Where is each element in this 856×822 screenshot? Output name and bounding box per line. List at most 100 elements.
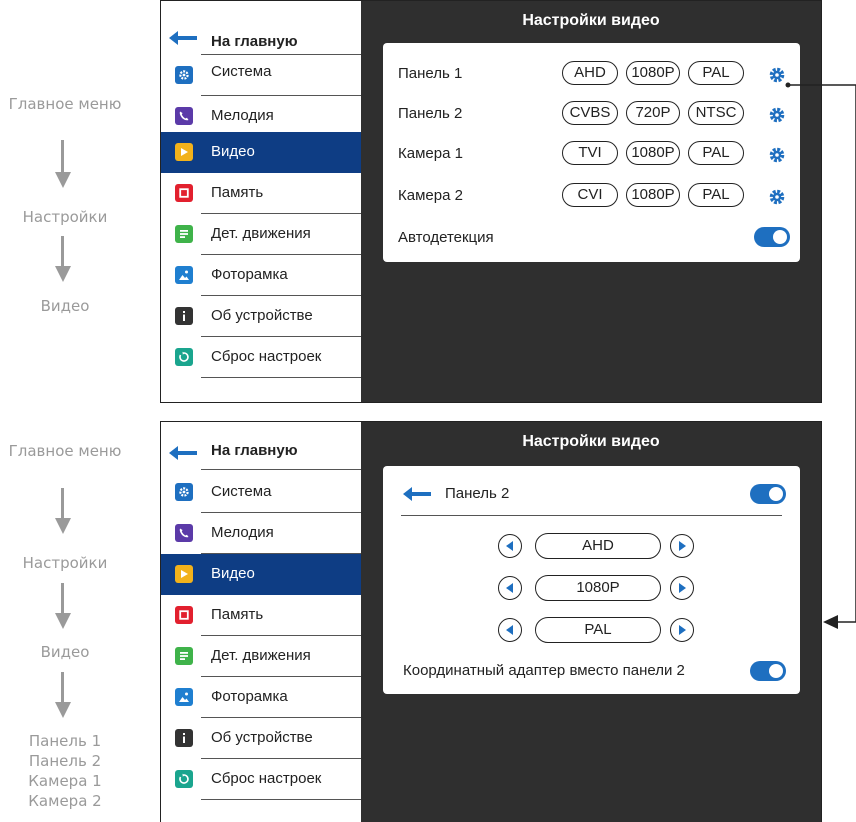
- menu-item-about[interactable]: Об устройстве: [161, 718, 361, 759]
- gear-icon: [175, 483, 193, 501]
- menu-item-label: Сброс настроек: [211, 348, 322, 365]
- prev-standard-button[interactable]: [498, 618, 522, 642]
- prev-resolution-button[interactable]: [498, 576, 522, 600]
- panel-header-label: Панель 2: [445, 485, 510, 502]
- next-standard-button[interactable]: [670, 618, 694, 642]
- coordinate-adapter-toggle[interactable]: [750, 661, 786, 681]
- phone-icon: [175, 524, 193, 542]
- side-list-item: Камера 1: [28, 772, 102, 790]
- phone-icon: [175, 107, 193, 125]
- menu-item-reset[interactable]: Сброс настроек: [161, 759, 361, 800]
- prev-format-button[interactable]: [498, 534, 522, 558]
- video-input-name: Панель 2: [398, 105, 463, 122]
- next-format-button[interactable]: [670, 534, 694, 558]
- side-caption-video-top: Видео: [40, 297, 90, 315]
- format-value: AHD: [535, 533, 661, 559]
- side-caption-settings-bottom: Настройки: [22, 554, 108, 572]
- video-input-row: Панель 1 AHD 1080P PAL: [398, 58, 790, 88]
- menu-item-label: Об устройстве: [211, 307, 313, 324]
- side-caption-settings-top: Настройки: [22, 208, 108, 226]
- menu-item-memory[interactable]: Память: [161, 173, 361, 214]
- screen-video-settings-detail: На главную Система Мелодия Видео Память …: [160, 421, 822, 822]
- resolution-pill[interactable]: 720P: [626, 101, 680, 125]
- resolution-pill[interactable]: 1080P: [626, 61, 680, 85]
- video-settings-panel: Настройки видео Панель 1 AHD 1080P PAL П…: [361, 1, 821, 402]
- standard-pill[interactable]: NTSC: [688, 101, 744, 125]
- menu-item-label: Память: [211, 184, 264, 201]
- side-list-item: Панель 1: [28, 732, 102, 750]
- menu-item-memory[interactable]: Память: [161, 595, 361, 636]
- page-title: Настройки видео: [522, 433, 660, 450]
- format-pill[interactable]: CVBS: [562, 101, 618, 125]
- video-input-name: Камера 1: [398, 145, 463, 162]
- menu-item-label: Память: [211, 606, 264, 623]
- video-input-row: Камера 2 CVI 1080P PAL: [398, 180, 790, 210]
- coordinate-adapter-label: Координатный адаптер вместо панели 2: [403, 662, 685, 679]
- menu-item-label: Сброс настроек: [211, 770, 322, 787]
- format-pill[interactable]: CVI: [562, 183, 618, 207]
- info-icon: [175, 307, 193, 325]
- back-arrow-icon: [169, 446, 197, 460]
- resolution-pill[interactable]: 1080P: [626, 183, 680, 207]
- photo-icon: [175, 266, 193, 284]
- play-icon: [175, 143, 193, 161]
- standard-pill[interactable]: PAL: [688, 61, 744, 85]
- standard-selector: PAL: [498, 617, 698, 643]
- play-icon: [175, 565, 193, 583]
- panel-enable-toggle[interactable]: [750, 484, 786, 504]
- standard-pill[interactable]: PAL: [688, 141, 744, 165]
- menu-item-video[interactable]: Видео: [161, 132, 361, 173]
- autodetect-toggle[interactable]: [754, 227, 790, 247]
- menu-item-about[interactable]: Об устройстве: [161, 296, 361, 337]
- video-input-name: Камера 2: [398, 187, 463, 204]
- menu-item-label: Дет. движения: [211, 225, 311, 242]
- menu-item-video[interactable]: Видео: [161, 554, 361, 595]
- menu-home[interactable]: На главную: [161, 21, 361, 55]
- main-menu: На главную Система Мелодия Видео Память …: [161, 422, 361, 822]
- menu-item-system[interactable]: Система: [161, 472, 361, 513]
- menu-item-motion-detection[interactable]: Дет. движения: [161, 636, 361, 677]
- menu-home-label: На главную: [211, 33, 298, 50]
- format-pill[interactable]: AHD: [562, 61, 618, 85]
- side-caption-main-menu-top: Главное меню: [8, 95, 122, 113]
- format-selector: AHD: [498, 533, 698, 559]
- next-resolution-button[interactable]: [670, 576, 694, 600]
- menu-item-system[interactable]: Система: [161, 55, 361, 96]
- video-inputs-card: Панель 1 AHD 1080P PAL Панель 2 CVBS 720…: [383, 43, 800, 262]
- main-menu: На главную Система Мелодия Видео Память …: [161, 1, 361, 402]
- format-pill[interactable]: TVI: [562, 141, 618, 165]
- standard-value: PAL: [535, 617, 661, 643]
- info-icon: [175, 729, 193, 747]
- back-arrow-icon[interactable]: [403, 487, 431, 501]
- side-arrow-down: [55, 672, 71, 722]
- menu-item-motion-detection[interactable]: Дет. движения: [161, 214, 361, 255]
- menu-item-melody[interactable]: Мелодия: [161, 96, 361, 137]
- autodetect-label: Автодетекция: [398, 229, 494, 246]
- standard-pill[interactable]: PAL: [688, 183, 744, 207]
- autodetect-row: Автодетекция: [398, 222, 790, 252]
- side-list-item: Камера 2: [28, 792, 102, 810]
- resolution-value: 1080P: [535, 575, 661, 601]
- gear-icon[interactable]: [768, 66, 786, 84]
- menu-item-photo-frame[interactable]: Фоторамка: [161, 255, 361, 296]
- menu-item-reset[interactable]: Сброс настроек: [161, 337, 361, 378]
- side-caption-main-menu-bottom: Главное меню: [8, 442, 122, 460]
- reset-icon: [175, 770, 193, 788]
- resolution-pill[interactable]: 1080P: [626, 141, 680, 165]
- video-input-row: Панель 2 CVBS 720P NTSC: [398, 98, 790, 128]
- video-input-name: Панель 1: [398, 65, 463, 82]
- gear-icon[interactable]: [768, 106, 786, 124]
- menu-item-melody[interactable]: Мелодия: [161, 513, 361, 554]
- side-arrow-down: [55, 140, 71, 190]
- menu-home[interactable]: На главную: [161, 430, 361, 470]
- side-arrow-down: [55, 488, 71, 538]
- gear-icon[interactable]: [768, 188, 786, 206]
- menu-item-label: Мелодия: [211, 107, 274, 124]
- menu-item-photo-frame[interactable]: Фоторамка: [161, 677, 361, 718]
- memory-icon: [175, 184, 193, 202]
- menu-item-label: Мелодия: [211, 524, 274, 541]
- side-arrow-down: [55, 236, 71, 286]
- side-caption-video-bottom: Видео: [40, 643, 90, 661]
- gear-icon[interactable]: [768, 146, 786, 164]
- menu-item-label: Об устройстве: [211, 729, 313, 746]
